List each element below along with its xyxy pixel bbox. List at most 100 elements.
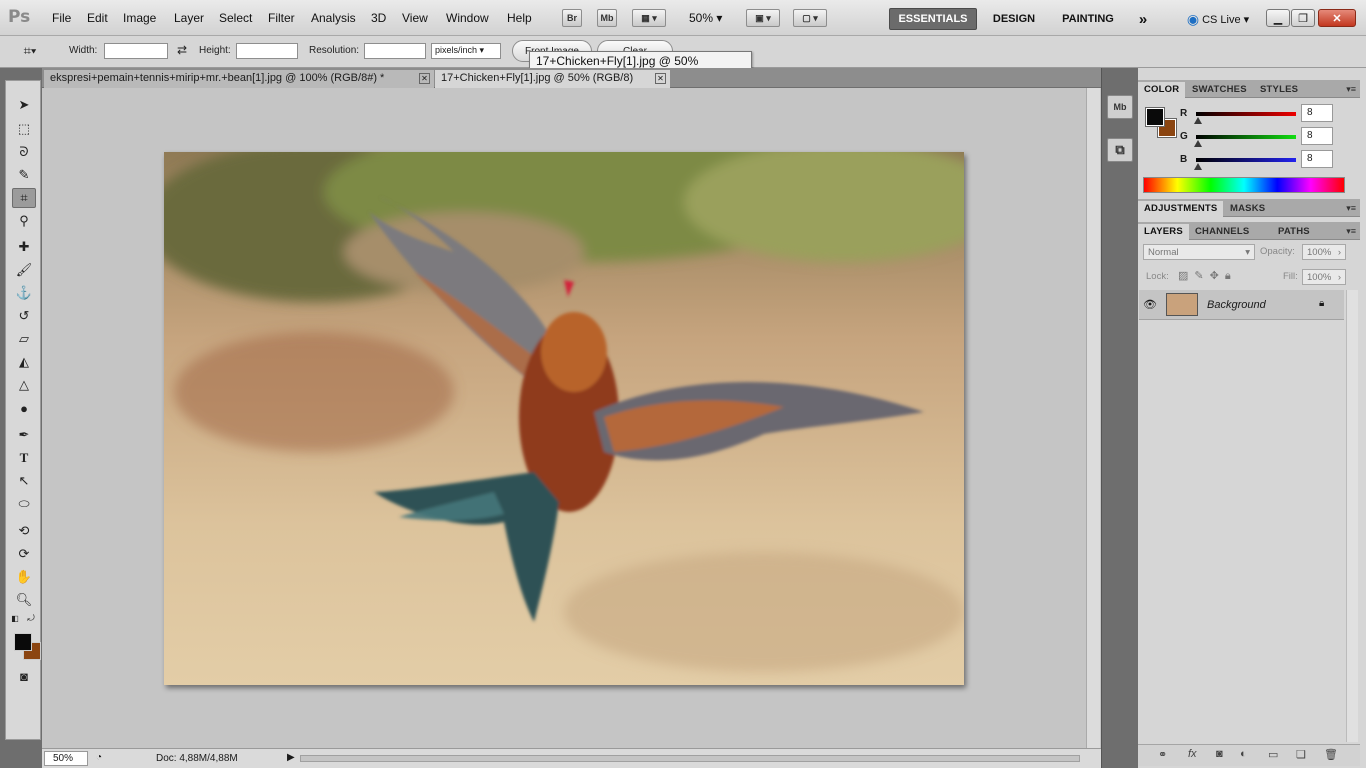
menu-file[interactable]: File — [52, 11, 71, 25]
document-tab-1[interactable]: ekspresi+pemain+tennis+mirip+mr.+bean[1]… — [44, 70, 434, 88]
color-spectrum-ramp[interactable] — [1143, 177, 1345, 193]
quick-mask-button[interactable]: ◙ — [12, 666, 36, 686]
menu-view[interactable]: View — [402, 11, 428, 25]
workspace-design[interactable]: DESIGN — [984, 8, 1044, 30]
default-colors-button[interactable]: ◧ — [8, 612, 22, 624]
menu-layer[interactable]: Layer — [174, 11, 204, 25]
foreground-color-swatch[interactable] — [14, 633, 32, 651]
panel-menu-icon[interactable]: ▾≡ — [1346, 84, 1356, 95]
fill-field[interactable]: 100% › — [1302, 269, 1346, 285]
workspace-painting[interactable]: PAINTING — [1052, 8, 1124, 30]
vertical-scrollbar[interactable] — [1086, 88, 1100, 758]
restore-button[interactable]: ❐ — [1291, 9, 1315, 27]
status-zoom-field[interactable]: 50% — [44, 751, 88, 766]
menu-window[interactable]: Window — [446, 11, 489, 25]
close-button[interactable]: ✕ — [1318, 9, 1356, 27]
panel-menu-icon[interactable]: ▾≡ — [1346, 226, 1356, 237]
eraser-tool[interactable]: ▱ — [12, 329, 36, 349]
brush-tool[interactable]: 🖌 — [12, 260, 36, 280]
resolution-units-select[interactable]: pixels/inch ▾ — [431, 43, 501, 59]
document-tab-2[interactable]: 17+Chicken+Fly[1].jpg @ 50% (RGB/8) ✕ — [435, 70, 670, 88]
tab-layers[interactable]: LAYERS — [1138, 224, 1189, 240]
healing-brush-tool[interactable]: ✚ — [12, 237, 36, 257]
status-info-icon[interactable]: ◔ — [96, 752, 102, 763]
menu-help[interactable]: Help — [507, 11, 532, 25]
blue-slider-thumb[interactable] — [1194, 163, 1202, 170]
lock-pixels-icon[interactable]: ✎ — [1194, 270, 1209, 282]
eyedropper-tool[interactable]: ⚲ — [12, 211, 36, 231]
layers-scrollbar[interactable] — [1346, 290, 1358, 742]
blue-value[interactable]: 8 — [1301, 150, 1333, 168]
marquee-tool[interactable]: ⬚ — [12, 119, 36, 139]
tab-color[interactable]: COLOR — [1138, 82, 1186, 98]
pen-tool[interactable]: ✒ — [12, 425, 36, 445]
lock-position-icon[interactable]: ✥ — [1210, 270, 1225, 282]
bridge-button[interactable]: Br — [562, 9, 582, 27]
swap-colors-button[interactable]: ⤾ — [24, 612, 38, 624]
layer-style-icon[interactable]: fx — [1188, 748, 1197, 760]
history-brush-tool[interactable]: ↺ — [12, 306, 36, 326]
width-input[interactable] — [104, 43, 168, 59]
link-layers-icon[interactable]: ⚭ — [1158, 748, 1167, 761]
tab-masks[interactable]: MASKS — [1224, 201, 1271, 217]
zoom-tool[interactable]: 🔍︎ — [12, 590, 36, 610]
3d-rotate-tool[interactable]: ⟲ — [12, 521, 36, 541]
close-icon[interactable]: ✕ — [419, 73, 430, 84]
adjustment-layer-icon[interactable]: ◐ — [1240, 748, 1247, 760]
blue-slider[interactable] — [1196, 158, 1296, 162]
history-panel-button[interactable]: ⧉ — [1107, 138, 1133, 162]
move-tool[interactable]: ➤ — [12, 95, 36, 115]
eye-icon[interactable]: 👁︎ — [1143, 298, 1157, 311]
lasso-tool[interactable]: ᘐ — [12, 142, 36, 162]
menu-3d[interactable]: 3D — [371, 11, 386, 25]
add-mask-icon[interactable]: ◙ — [1216, 748, 1223, 760]
menu-filter[interactable]: Filter — [268, 11, 295, 25]
zoom-level-dropdown[interactable]: 50% ▾ — [689, 11, 722, 25]
menu-image[interactable]: Image — [123, 11, 156, 25]
layer-name[interactable]: Background — [1207, 299, 1266, 311]
tab-channels[interactable]: CHANNELS — [1189, 224, 1255, 240]
type-tool[interactable]: T — [12, 448, 36, 468]
new-layer-icon[interactable]: ❏ — [1296, 748, 1306, 761]
red-slider-thumb[interactable] — [1194, 117, 1202, 124]
layer-row[interactable]: 👁︎ Background 🔒︎ — [1139, 290, 1344, 320]
green-slider[interactable] — [1196, 135, 1296, 139]
menu-edit[interactable]: Edit — [87, 11, 108, 25]
green-value[interactable]: 8 — [1301, 127, 1333, 145]
workspace-essentials[interactable]: ESSENTIALS — [889, 8, 977, 30]
red-slider[interactable] — [1196, 112, 1296, 116]
crop-tool[interactable]: ⌗ — [12, 188, 36, 208]
close-icon[interactable]: ✕ — [655, 73, 666, 84]
ellipse-tool[interactable]: ⬭ — [12, 494, 36, 514]
blend-mode-select[interactable]: Normal ▾ — [1143, 244, 1255, 260]
minimize-button[interactable]: ▁ — [1266, 9, 1290, 27]
clone-stamp-tool[interactable]: ⚓ — [12, 283, 36, 303]
path-selection-tool[interactable]: ↖ — [12, 471, 36, 491]
paint-bucket-tool[interactable]: ◭ — [12, 352, 36, 372]
tab-swatches[interactable]: SWATCHES — [1186, 82, 1253, 98]
opacity-field[interactable]: 100% › — [1302, 244, 1346, 260]
blur-tool[interactable]: △ — [12, 375, 36, 395]
3d-orbit-tool[interactable]: ⟳ — [12, 544, 36, 564]
tab-adjustments[interactable]: ADJUSTMENTS — [1138, 201, 1224, 217]
green-slider-thumb[interactable] — [1194, 140, 1202, 147]
more-workspaces-button[interactable]: » — [1132, 8, 1154, 30]
crop-tool-preset[interactable]: ⌗▾ — [18, 41, 42, 61]
lock-transparency-icon[interactable]: ▨ — [1178, 270, 1194, 282]
screen-mode-button[interactable]: ▢ ▾ — [793, 9, 827, 27]
arrange-documents-button[interactable]: ▣ ▾ — [746, 9, 780, 27]
horizontal-scrollbar[interactable] — [300, 755, 1080, 762]
image-canvas[interactable] — [164, 152, 964, 685]
quick-selection-tool[interactable]: ✎ — [12, 165, 36, 185]
color-panel-foreground-swatch[interactable] — [1145, 107, 1165, 127]
status-menu-arrow-icon[interactable]: ▶ — [287, 752, 295, 763]
trash-icon[interactable]: 🗑︎ — [1324, 748, 1338, 761]
cs-live-button[interactable]: ◉ CS Live ▾ — [1180, 8, 1256, 30]
dodge-tool[interactable]: ● — [12, 398, 36, 418]
tab-paths[interactable]: PATHS — [1272, 224, 1316, 240]
resolution-input[interactable] — [364, 43, 426, 59]
red-value[interactable]: 8 — [1301, 104, 1333, 122]
hand-tool[interactable]: ✋ — [12, 567, 36, 587]
height-input[interactable] — [236, 43, 298, 59]
mini-bridge-button[interactable]: Mb — [597, 9, 617, 27]
